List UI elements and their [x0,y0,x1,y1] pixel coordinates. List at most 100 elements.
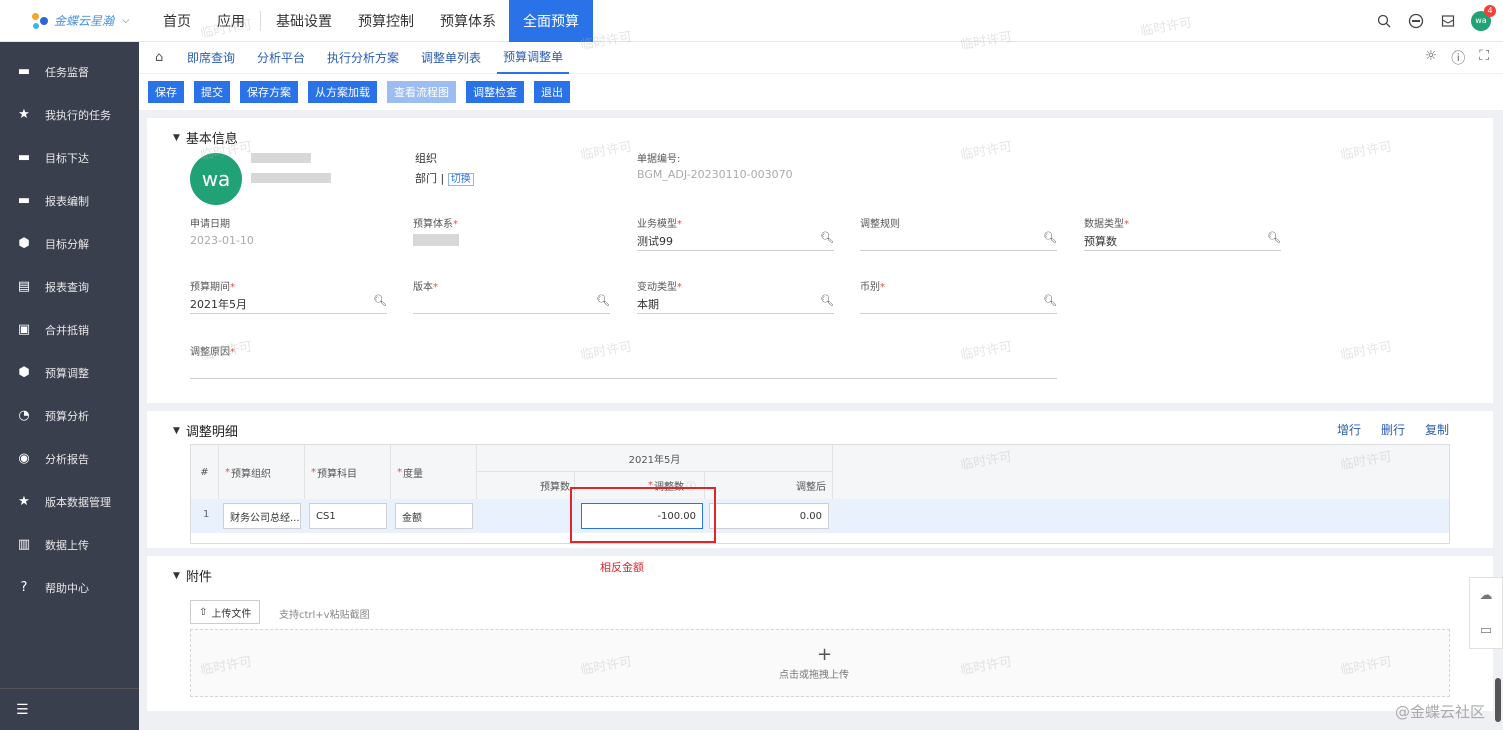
search-icon[interactable]: 🔍︎ [1267,231,1281,244]
sidebar-item-task-monitor[interactable]: ▬ 任务监督 [0,50,139,93]
nav-basic-settings[interactable]: 基础设置 [263,0,345,42]
nav-budget-control[interactable]: 预算控制 [345,0,427,42]
sidebar-item-my-tasks[interactable]: ★ 我执行的任务 [0,93,139,136]
search-icon[interactable]: 🔍︎ [1043,294,1057,307]
search-icon[interactable]: 🔍︎ [820,231,834,244]
version-label: 版本* [413,282,438,293]
row-account-input[interactable]: CS1 [309,503,387,529]
attachment-title[interactable]: ▼ 附件 [173,566,212,585]
adjust-rule-field[interactable] [860,250,1057,251]
budget-system-masked [413,234,459,246]
detail-title[interactable]: ▼ 调整明细 [173,421,238,440]
copy-row-button[interactable]: 复制 [1425,421,1449,438]
view-flowchart-button[interactable]: 查看流程图 [387,81,456,103]
sidebar-item-target-issue[interactable]: ▬ 目标下达 [0,136,139,179]
apply-date-label: 申请日期 [190,219,230,230]
cube-icon: ⬢ [18,365,30,380]
search-icon[interactable] [1375,12,1393,30]
reason-field[interactable] [190,378,1057,379]
adjust-check-button[interactable]: 调整检查 [466,81,524,103]
col-measure[interactable]: * 度量 [391,445,477,499]
comment-icon[interactable]: ▭ [1480,623,1492,638]
sidebar-item-help-center[interactable]: ? 帮助中心 [0,566,139,609]
sidebar-item-version-data[interactable]: ★ 版本数据管理 [0,480,139,523]
monitor-icon: ▬ [17,150,31,165]
sidebar-item-report-compile[interactable]: ▬ 报表编制 [0,179,139,222]
upload-icon: ⇧ [199,606,208,618]
search-icon[interactable]: 🔍︎ [373,294,387,307]
help-circle-icon[interactable]: ⓘ [1451,48,1465,68]
breadcrumb: ⌂ 即席查询 分析平台 执行分析方案 调整单列表 预算调整单 ☼ ⓘ ⛶ [139,42,1503,74]
minus-circle-icon[interactable] [1407,12,1425,30]
submit-button[interactable]: 提交 [194,81,230,103]
change-type-field[interactable]: 本期 [637,296,659,312]
cloud-icon[interactable]: ☁ [1480,588,1493,603]
tab-adjust-list[interactable]: 调整单列表 [415,42,487,74]
upload-dropzone[interactable]: + 点击或拖拽上传 [190,629,1450,697]
sidebar-item-budget-adjust[interactable]: ⬢ 预算调整 [0,351,139,394]
logo-mark-icon [30,11,50,31]
nav-apps[interactable]: 应用 [204,0,258,42]
scrollbar-thumb[interactable] [1495,678,1501,722]
home-icon[interactable]: ⌂ [155,50,171,65]
sidebar-item-analysis-report[interactable]: ◉ 分析报告 [0,437,139,480]
basic-info-title[interactable]: ▼ 基本信息 [173,128,238,147]
sidebar-item-merge-offset[interactable]: ▣ 合并抵销 [0,308,139,351]
col-account[interactable]: * 预算科目 [305,445,391,499]
tab-execute-analysis[interactable]: 执行分析方案 [321,42,405,74]
col-org[interactable]: * 预算组织 [219,445,305,499]
row-org-input[interactable]: 财务公司总经... [223,503,301,529]
chevron-down-icon[interactable]: ⌵ [122,15,130,26]
row-num: 1 [203,509,210,520]
sidebar: ▬ 任务监督 ★ 我执行的任务 ▬ 目标下达 ▬ 报表编制 ⬢ 目标分解 ▤ 报表查询 ▣ 合… [0,42,139,730]
sidebar-item-report-query[interactable]: ▤ 报表查询 [0,265,139,308]
target-icon: ◉ [18,451,30,466]
sidebar-item-budget-analysis[interactable]: ◔ 预算分析 [0,394,139,437]
community-watermark: @金蝶云社区 [1394,703,1485,721]
nav-budget-system[interactable]: 预算体系 [427,0,509,42]
collapse-triangle-icon: ▼ [173,425,180,436]
load-plan-button[interactable]: 从方案加载 [308,81,377,103]
nav-home[interactable]: 首页 [150,0,204,42]
nav-comprehensive-budget[interactable]: 全面预算 [509,0,593,42]
col-budget[interactable]: 预算数 [477,472,575,499]
currency-field[interactable] [860,313,1057,314]
detail-actions: 增行 删行 复制 [1337,421,1449,438]
version-field[interactable] [413,313,610,314]
switch-link[interactable]: 切换 [447,173,474,186]
collapse-triangle-icon: ▼ [173,570,180,581]
tab-budget-adjust-bill[interactable]: 预算调整单 [497,42,570,74]
search-icon[interactable]: 🔍︎ [596,294,610,307]
search-icon[interactable]: 🔍︎ [1043,231,1057,244]
tab-analysis-platform[interactable]: 分析平台 [251,42,311,74]
sidebar-item-target-decompose[interactable]: ⬢ 目标分解 [0,222,139,265]
business-model-field[interactable]: 测试99 [637,233,673,249]
collapse-menu-icon[interactable]: ☰ [0,688,139,730]
applicant-name-masked [251,153,311,163]
user-avatar[interactable]: wa 4 [1471,4,1496,31]
data-type-field[interactable]: 预算数 [1084,233,1117,249]
paste-tip: 支持ctrl+v粘贴截图 [279,610,370,621]
add-row-button[interactable]: 增行 [1337,421,1361,438]
delete-row-button[interactable]: 删行 [1381,421,1405,438]
save-plan-button[interactable]: 保存方案 [240,81,298,103]
business-model-label: 业务模型* [637,219,682,230]
col-after[interactable]: 调整后 [705,472,833,499]
save-button[interactable]: 保存 [148,81,184,103]
upload-file-button[interactable]: ⇧ 上传文件 [190,600,261,624]
sidebar-item-data-upload[interactable]: ▥ 数据上传 [0,523,139,566]
currency-label: 币别* [860,282,885,293]
org-label: 组织 [415,152,437,165]
mailbox-icon[interactable] [1439,12,1457,30]
row-after-input[interactable]: 0.00 [709,503,829,529]
exit-button[interactable]: 退出 [534,81,570,103]
row-measure-input[interactable]: 金额 [395,503,473,529]
brand-logo[interactable]: 金蝶云星瀚 ⌵ [0,0,150,42]
period-field[interactable]: 2021年5月 [190,296,247,312]
lightbulb-icon[interactable]: ☼ [1425,48,1438,68]
upload-icon: ▥ [17,537,31,552]
search-icon[interactable]: 🔍︎ [820,294,834,307]
fullscreen-icon[interactable]: ⛶ [1479,48,1489,68]
action-toolbar: 保存 提交 保存方案 从方案加载 查看流程图 调整检查 退出 [139,74,1503,110]
tab-adhoc-query[interactable]: 即席查询 [181,42,241,74]
